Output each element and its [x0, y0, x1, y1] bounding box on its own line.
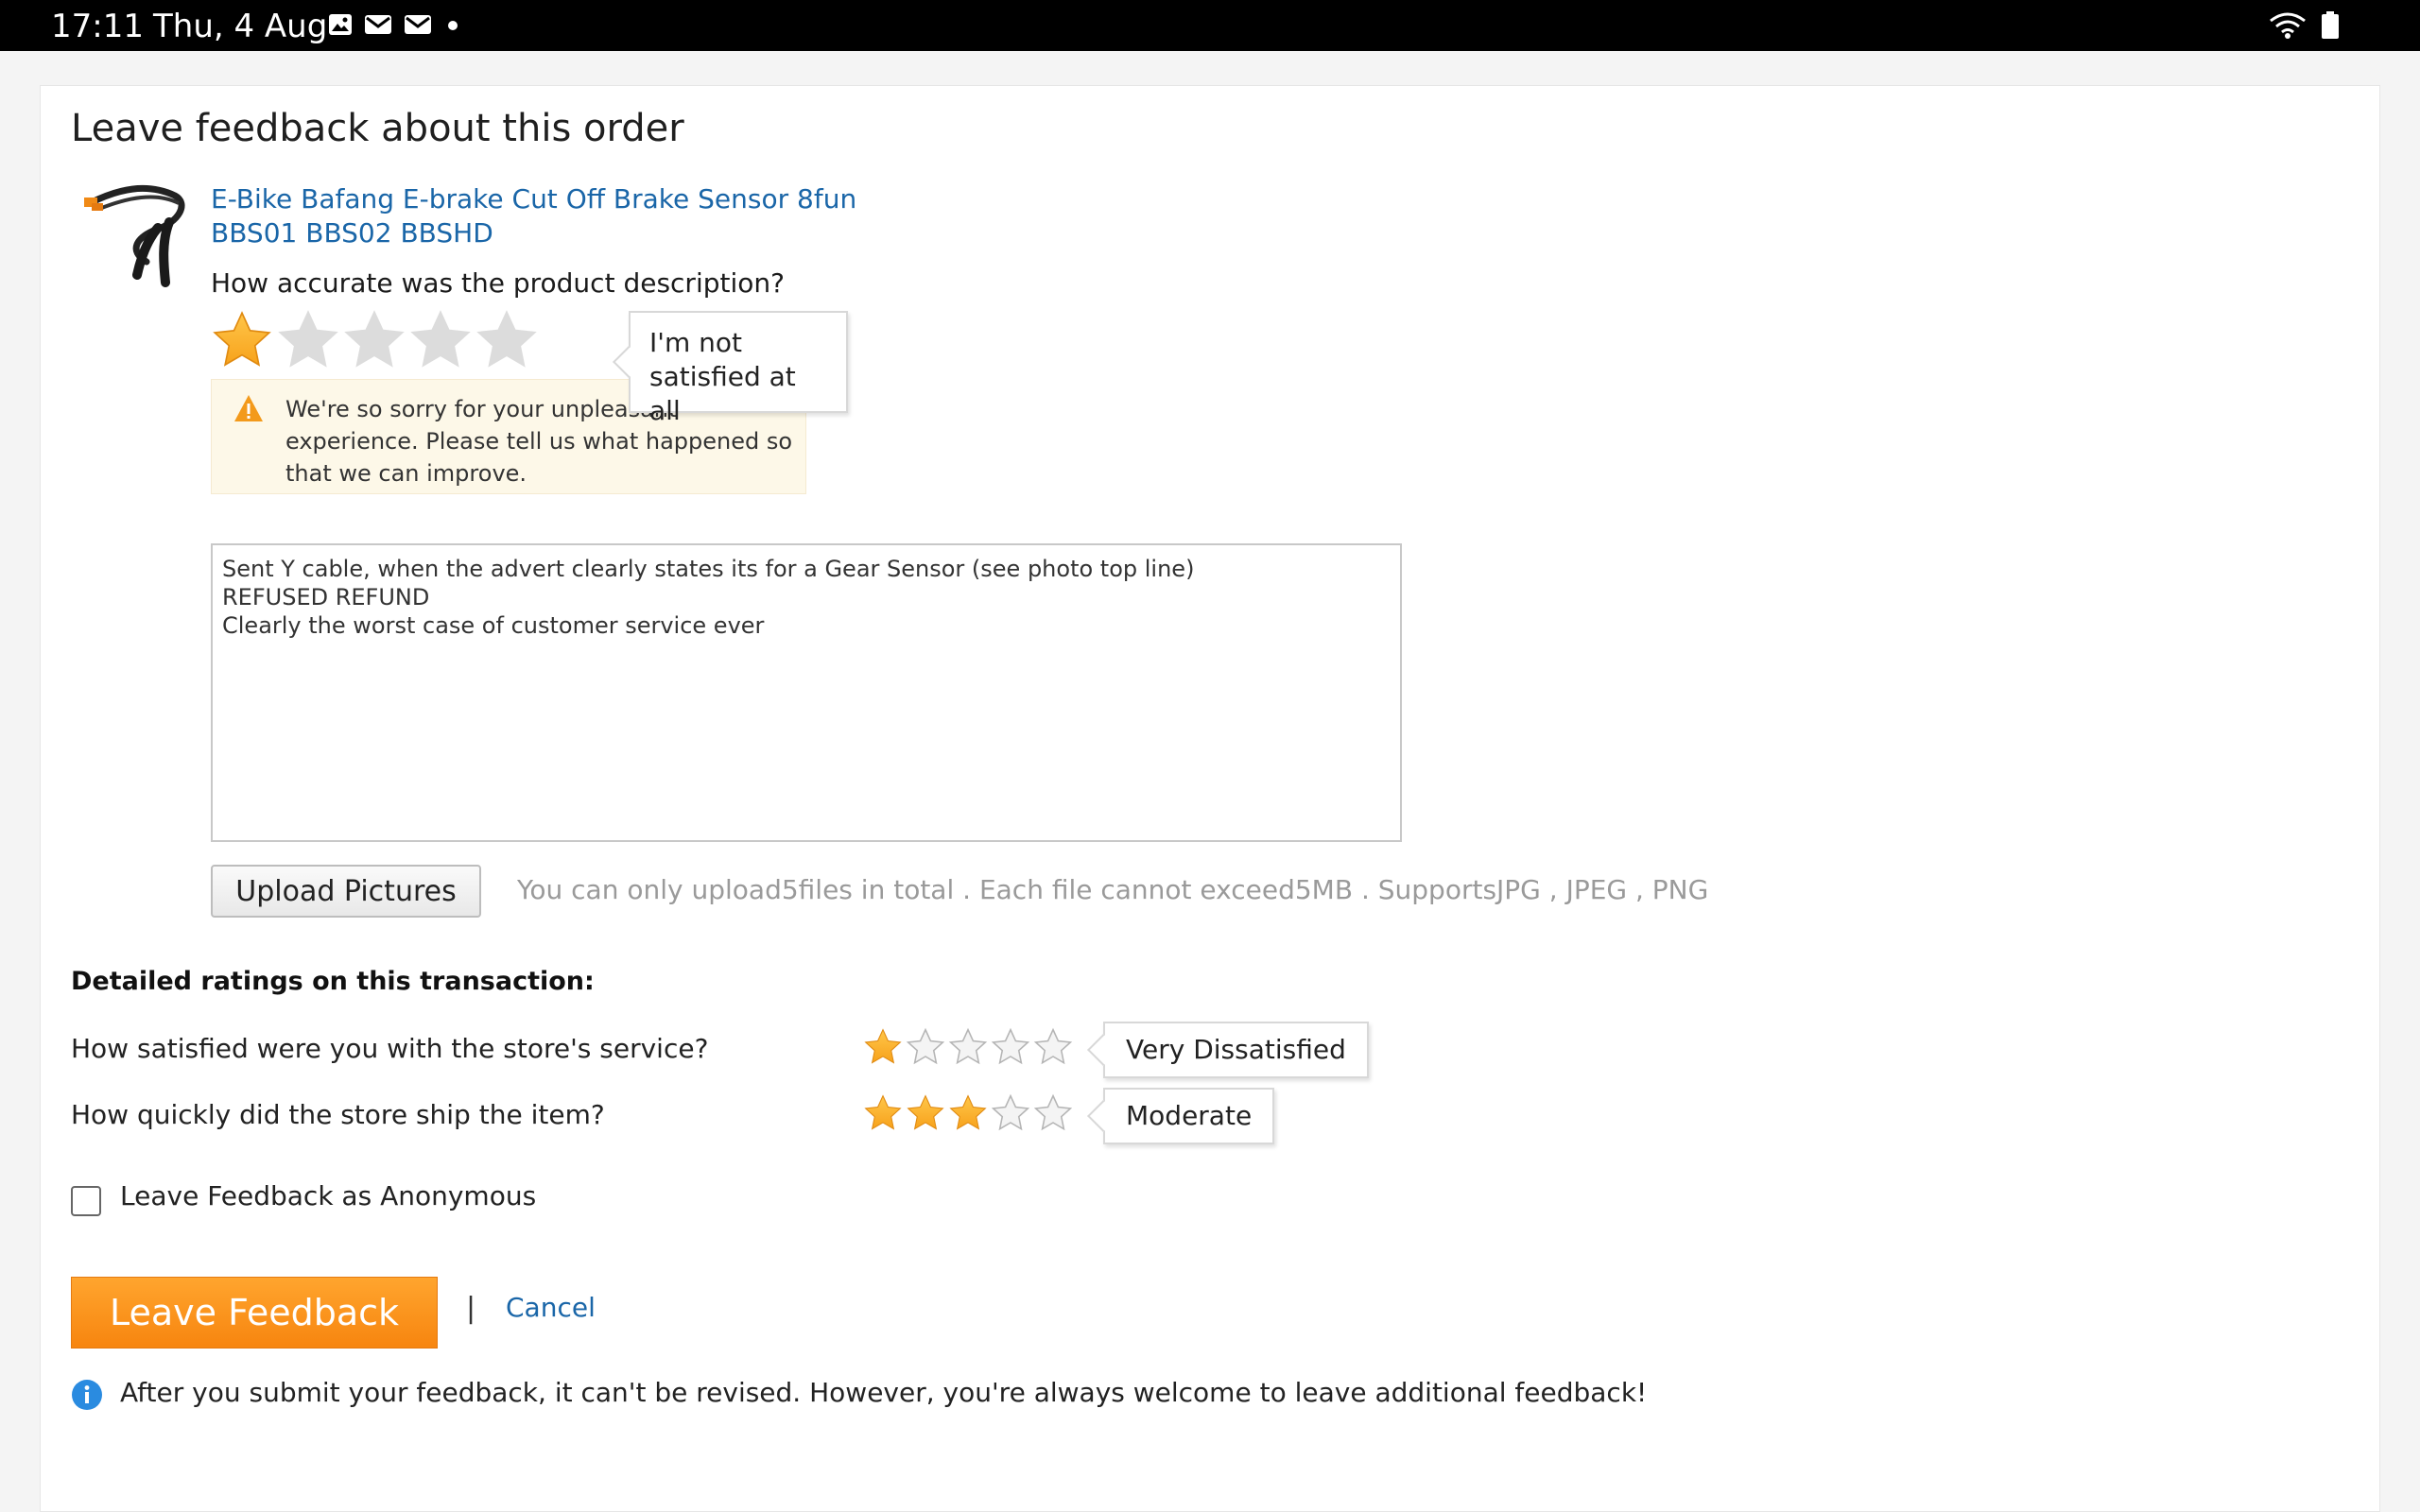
anonymous-checkbox[interactable] — [71, 1186, 101, 1216]
service-star-5-icon[interactable] — [1033, 1027, 1073, 1067]
service-star-4-icon[interactable] — [991, 1027, 1030, 1067]
shipping-star-4-icon[interactable] — [991, 1093, 1030, 1133]
anonymous-label[interactable]: Leave Feedback as Anonymous — [120, 1180, 536, 1211]
detailed-ratings-title: Detailed ratings on this transaction: — [71, 967, 595, 996]
action-divider: | — [466, 1292, 476, 1325]
product-name-link[interactable]: E-Bike Bafang E-brake Cut Off Brake Sens… — [211, 182, 873, 250]
shipping-star-5-icon[interactable] — [1033, 1093, 1073, 1133]
feedback-textarea[interactable] — [211, 543, 1402, 842]
service-question: How satisfied were you with the store's … — [71, 1033, 709, 1064]
shipping-star-rating — [863, 1093, 1090, 1135]
mail-icon — [405, 15, 431, 34]
status-time: 17:11 — [51, 8, 144, 45]
service-star-2-icon[interactable] — [906, 1027, 945, 1067]
dot-icon — [448, 21, 458, 30]
submission-notice: After you submit your feedback, it can't… — [120, 1377, 1648, 1408]
status-bar: 17:11 Thu, 4 Aug — [0, 0, 2420, 51]
accuracy-star-3-icon[interactable] — [343, 309, 406, 371]
service-star-1-icon[interactable] — [863, 1027, 903, 1067]
service-star-3-icon[interactable] — [948, 1027, 988, 1067]
info-icon — [72, 1380, 102, 1410]
accuracy-star-5-icon[interactable] — [475, 309, 538, 371]
service-rating-tooltip: Very Dissatisfied — [1103, 1022, 1369, 1078]
battery-icon — [2322, 11, 2339, 39]
shipping-question: How quickly did the store ship the item? — [71, 1099, 605, 1130]
shipping-star-3-icon[interactable] — [948, 1093, 988, 1133]
leave-feedback-button[interactable]: Leave Feedback — [71, 1277, 438, 1349]
accuracy-question: How accurate was the product description… — [211, 267, 785, 299]
accuracy-star-4-icon[interactable] — [409, 309, 472, 371]
system-icons — [2269, 11, 2373, 40]
page-title: Leave feedback about this order — [71, 107, 684, 150]
shipping-rating-tooltip: Moderate — [1103, 1088, 1275, 1144]
shipping-star-1-icon[interactable] — [863, 1093, 903, 1133]
accuracy-star-rating — [211, 309, 551, 375]
mail-icon — [365, 15, 391, 34]
accuracy-rating-tooltip: I'm not satisfied at all — [629, 311, 848, 426]
wifi-icon — [2270, 12, 2306, 39]
cancel-link[interactable]: Cancel — [506, 1292, 596, 1323]
warning-icon — [234, 395, 263, 421]
accuracy-star-1-icon[interactable] — [211, 309, 273, 371]
service-star-rating — [863, 1027, 1090, 1069]
status-date: Thu, 4 Aug — [153, 8, 328, 45]
feedback-card: Leave feedback about this order E-Bike B… — [40, 85, 2380, 1512]
product-image — [84, 184, 185, 287]
shipping-star-2-icon[interactable] — [906, 1093, 945, 1133]
upload-pictures-button[interactable]: Upload Pictures — [211, 865, 481, 918]
accuracy-star-2-icon[interactable] — [277, 309, 339, 371]
gallery-icon — [329, 14, 352, 35]
upload-hint: You can only upload5files in total . Eac… — [517, 874, 1709, 905]
